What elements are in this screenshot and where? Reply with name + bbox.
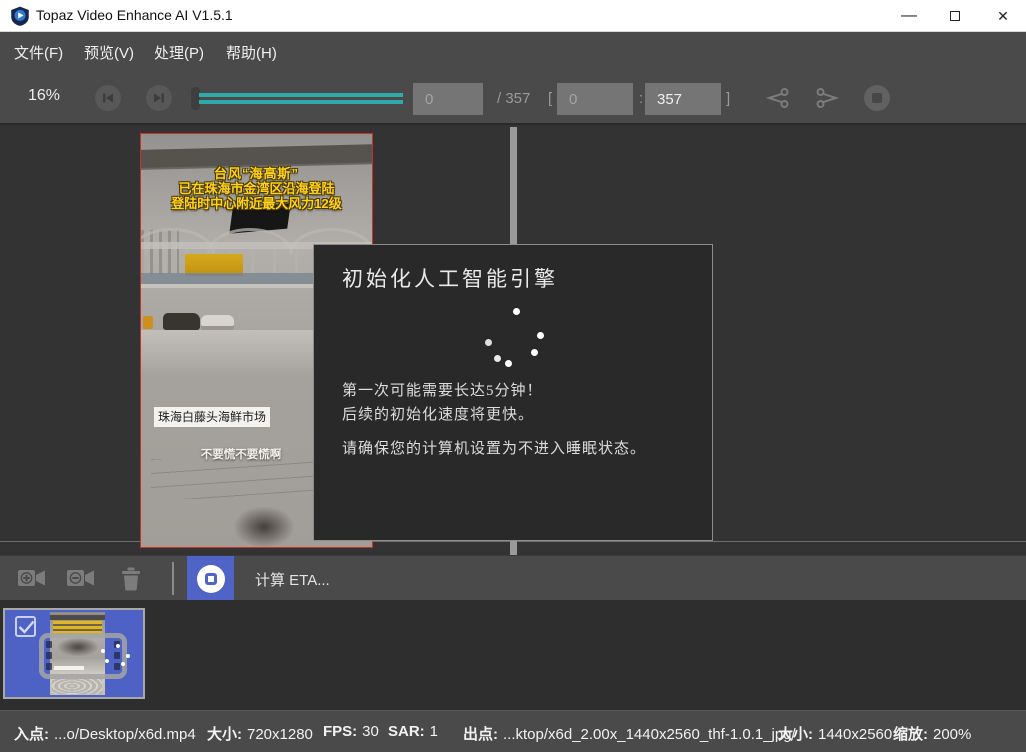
status-label: FPS: xyxy=(323,723,357,740)
statusbar: 入点: ...o/Desktop/x6d.mp4 大小: 720x1280 FPS:… xyxy=(0,710,1026,752)
window-title: Topaz Video Enhance AI V1.5.1 xyxy=(36,7,233,23)
menubar: 文件(F) 预览(V) 处理(P) 帮助(H) xyxy=(0,32,1026,72)
menu-help[interactable]: 帮助(H) xyxy=(226,32,277,72)
status-out-size: 大小: 1440x2560 xyxy=(778,723,892,744)
current-frame-input[interactable]: 0 xyxy=(413,83,483,115)
clip-thumbnail-selected[interactable] xyxy=(3,608,145,699)
video-location-label: 珠海白藤头海鲜市场 xyxy=(154,407,270,427)
skip-to-end-button[interactable] xyxy=(146,85,172,111)
process-toolbar: 计算 ETA... xyxy=(0,555,1026,600)
remove-clip-icon[interactable] xyxy=(66,565,96,591)
menu-preview[interactable]: 预览(V) xyxy=(84,32,134,72)
status-value: ...o/Desktop/x6d.mp4 xyxy=(54,726,196,743)
video-dark-reflection xyxy=(233,506,295,548)
video-yellow-sign xyxy=(185,254,243,274)
stop-icon xyxy=(872,93,882,103)
video-caption-text: 不要慌不要慌啊 xyxy=(141,446,341,462)
status-value: 720x1280 xyxy=(247,726,313,743)
ai-engine-init-dialog: 初始化人工智能引擎 第一次可能需要长达5分钟！ 后续的初始化速度将更快。 请确保… xyxy=(313,244,713,541)
trim-bracket-open: [ xyxy=(548,90,552,107)
status-label: 大小: xyxy=(778,726,813,743)
maximize-icon xyxy=(950,11,960,21)
status-label: 入点: xyxy=(14,726,49,743)
zoom-level-label: 16% xyxy=(28,87,60,105)
trim-end-input[interactable]: 357 xyxy=(645,83,721,115)
app-window: Topaz Video Enhance AI V1.5.1 — ✕ 文件(F) … xyxy=(0,0,1026,752)
status-sar: SAR: 1 xyxy=(388,723,438,740)
stop-processing-button[interactable] xyxy=(187,556,234,601)
video-white-car xyxy=(201,315,234,330)
trim-colon: : xyxy=(639,90,643,107)
checkbox-checked-icon xyxy=(18,620,35,634)
status-label: 缩放: xyxy=(893,726,928,743)
dialog-text-line1: 第一次可能需要长达5分钟！ xyxy=(342,379,543,400)
dialog-title: 初始化人工智能引擎 xyxy=(342,263,558,293)
skip-to-end-icon xyxy=(153,92,165,104)
status-label: 大小: xyxy=(207,726,242,743)
status-in-point: 入点: ...o/Desktop/x6d.mp4 xyxy=(14,723,196,744)
status-value: 200% xyxy=(933,726,971,743)
status-value: 1440x2560 xyxy=(818,726,892,743)
minimize-button[interactable]: — xyxy=(886,0,932,32)
clip-list xyxy=(0,600,1026,710)
scissors-right-icon[interactable] xyxy=(813,84,841,112)
maximize-button[interactable] xyxy=(932,0,978,32)
titlebar: Topaz Video Enhance AI V1.5.1 — ✕ xyxy=(0,0,1026,32)
timeline-progress-track[interactable] xyxy=(199,93,403,97)
preview-area: 台风“海高斯” 已在珠海市金湾区沿海登陆 登陆时中心附近最大风力12级 珠海白藤… xyxy=(0,123,1026,555)
skip-to-start-icon xyxy=(102,92,114,104)
video-dark-car xyxy=(163,313,200,330)
status-label: 出点: xyxy=(463,726,498,743)
menu-file[interactable]: 文件(F) xyxy=(14,32,63,72)
status-value: 30 xyxy=(362,723,379,740)
video-overlay-title-line3: 登陆时中心附近最大风力12级 xyxy=(141,193,372,212)
menu-process[interactable]: 处理(P) xyxy=(154,32,204,72)
status-value: 1 xyxy=(430,723,438,740)
minimize-icon: — xyxy=(901,7,917,25)
add-clip-icon[interactable] xyxy=(17,565,47,591)
dialog-text-line3: 请确保您的计算机设置为不进入睡眠状态。 xyxy=(342,437,646,458)
skip-to-start-button[interactable] xyxy=(95,85,121,111)
close-icon: ✕ xyxy=(997,8,1009,25)
app-logo-icon xyxy=(10,6,30,26)
status-zoom: 缩放: 200% xyxy=(893,723,971,744)
status-label: SAR: xyxy=(388,723,425,740)
dialog-text-line2: 后续的初始化速度将更快。 xyxy=(342,403,534,424)
status-in-size: 大小: 720x1280 xyxy=(207,723,313,744)
trash-icon[interactable] xyxy=(119,565,143,592)
trim-bracket-close: ] xyxy=(726,90,730,107)
clip-checkbox[interactable] xyxy=(15,616,36,637)
close-button[interactable]: ✕ xyxy=(980,0,1026,32)
status-value: ...ktop/x6d_2.00x_1440x2560_thf-1.0.1_jp… xyxy=(503,726,796,743)
stop-playback-button[interactable] xyxy=(864,85,890,111)
timeline-progress-track-2[interactable] xyxy=(199,100,403,104)
status-out-point: 出点: ...ktop/x6d_2.00x_1440x2560_thf-1.0.1… xyxy=(463,723,796,744)
timeline-slider-handle[interactable] xyxy=(191,87,200,110)
total-frames-label: / 357 xyxy=(497,90,530,107)
film-frame-icon xyxy=(39,633,127,679)
toolbar-divider xyxy=(172,562,174,595)
stop-processing-icon xyxy=(197,565,225,593)
eta-label: 计算 ETA... xyxy=(255,569,330,590)
scissors-left-icon[interactable] xyxy=(764,84,792,112)
playback-toolbar: 16% 0 / 357 [ 0 : 357 ] xyxy=(0,72,1026,123)
video-orange-object xyxy=(143,316,153,329)
trim-start-input[interactable]: 0 xyxy=(557,83,633,115)
status-fps: FPS: 30 xyxy=(323,723,379,740)
